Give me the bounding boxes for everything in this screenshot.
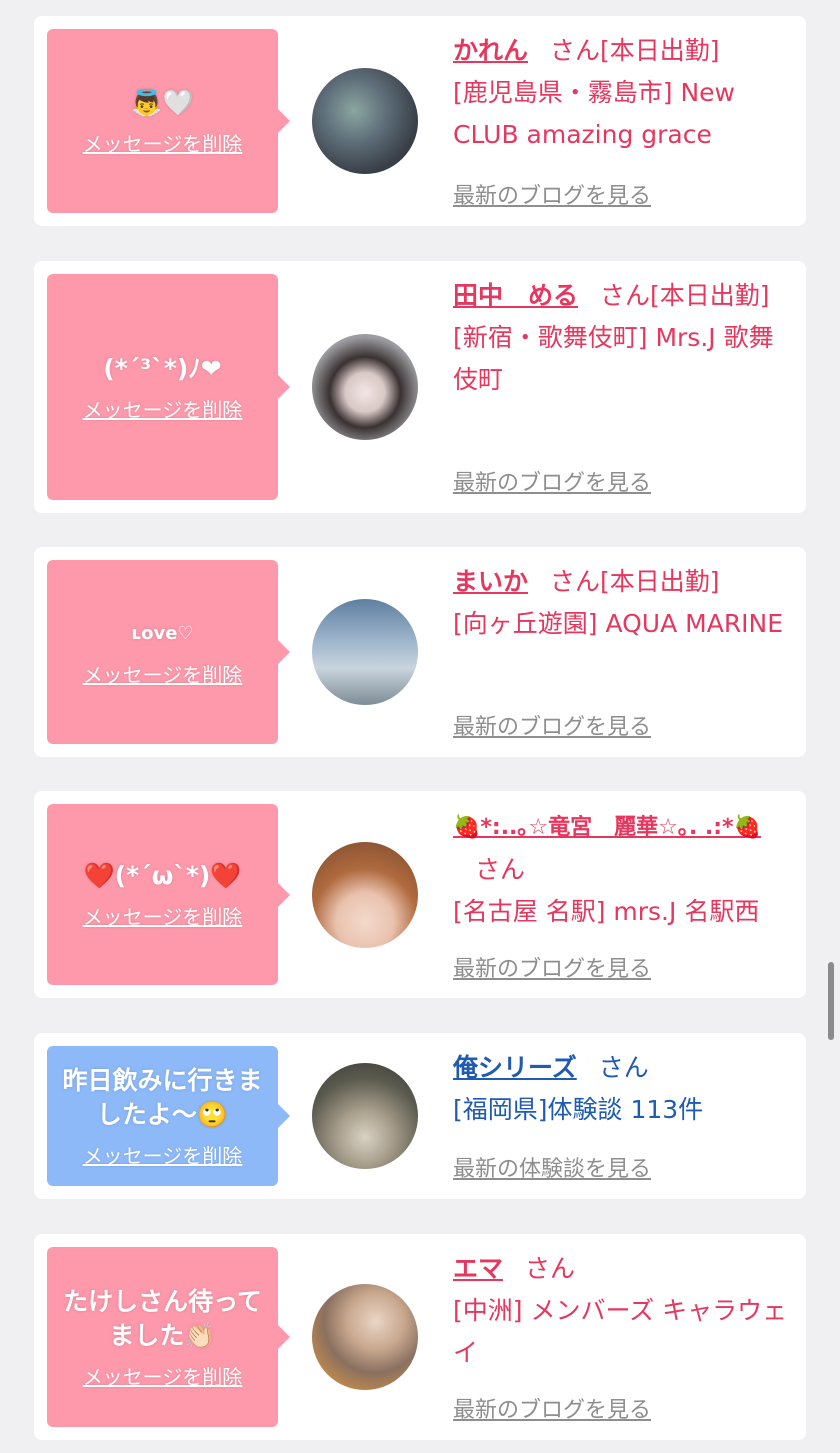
cast-info: 田中 める さん[本日出勤] [新宿・歌舞伎町] Mrs.J 歌舞伎町	[453, 275, 792, 401]
location: [福岡県]体験談 113件	[453, 1095, 704, 1124]
latest-blog-link[interactable]: 最新のブログを見る	[453, 178, 651, 210]
avatar[interactable]	[312, 334, 418, 440]
location: [鹿児島県・霧島市] New CLUB amazing grace	[453, 78, 735, 149]
status: [本日出勤]	[650, 281, 770, 310]
cast-name-link[interactable]: 🍓*:..｡☆竜宮 麗華☆｡. .:*🍓	[453, 815, 761, 840]
message-bubble: たけしさん待ってました👏🏻 メッセージを削除	[47, 1247, 290, 1427]
status: [本日出勤]	[600, 36, 720, 65]
message-card: 昨日飲みに行きましたよ〜🙄 メッセージを削除 俺シリーズ さん [福岡県]体験談 …	[34, 1033, 806, 1199]
message-text: たけしさん待ってました👏🏻	[63, 1286, 262, 1350]
message-bubble: (*´³`*)ﾉ❤︎ メッセージを削除	[47, 274, 290, 500]
cast-name-link[interactable]: 田中 める	[453, 281, 578, 310]
cast-info: かれん さん[本日出勤] [鹿児島県・霧島市] New CLUB amazing …	[453, 30, 792, 156]
cast-info: 🍓*:..｡☆竜宮 麗華☆｡. .:*🍓 さん [名古屋 名駅] mrs.J 名駅…	[453, 805, 792, 933]
message-bubble: 👼🤍 メッセージを削除	[47, 29, 290, 213]
latest-blog-link[interactable]: 最新のブログを見る	[453, 951, 651, 983]
message-text: 昨日飲みに行きましたよ〜🙄	[62, 1065, 263, 1129]
honorific: さん	[525, 1254, 576, 1283]
honorific: さん	[475, 855, 526, 884]
honorific: さん	[550, 36, 601, 65]
message-card: ʟove♡ メッセージを削除 まいか さん[本日出勤] [向ヶ丘遊園] AQUA …	[34, 547, 806, 757]
cast-info: 俺シリーズ さん [福岡県]体験談 113件	[453, 1047, 792, 1131]
location: [中洲] メンバーズ キャラウェイ	[453, 1296, 788, 1367]
latest-review-link[interactable]: 最新の体験談を見る	[453, 1151, 651, 1183]
delete-message-link[interactable]: メッセージを削除	[83, 1361, 243, 1390]
delete-message-link[interactable]: メッセージを削除	[83, 659, 243, 688]
honorific: さん	[600, 281, 651, 310]
message-text: 👼🤍	[131, 87, 194, 117]
latest-blog-link[interactable]: 最新のブログを見る	[453, 1392, 651, 1424]
scrollbar[interactable]	[828, 962, 834, 1040]
avatar[interactable]	[312, 1284, 418, 1390]
message-card: ❤️(*´ω`*)❤️ メッセージを削除 🍓*:..｡☆竜宮 麗華☆｡. .:*…	[34, 791, 806, 998]
delete-message-link[interactable]: メッセージを削除	[83, 901, 243, 930]
honorific: さん	[550, 567, 601, 596]
cast-name-link[interactable]: エマ	[453, 1254, 503, 1283]
cast-name-link[interactable]: まいか	[453, 567, 528, 596]
location: [名古屋 名駅] mrs.J 名駅西	[453, 897, 760, 926]
reviewer-name-link[interactable]: 俺シリーズ	[453, 1053, 577, 1082]
delete-message-link[interactable]: メッセージを削除	[83, 1140, 243, 1169]
avatar[interactable]	[312, 842, 418, 948]
message-card: (*´³`*)ﾉ❤︎ メッセージを削除 田中 める さん[本日出勤] [新宿・歌舞…	[34, 261, 806, 513]
avatar[interactable]	[312, 1063, 418, 1169]
message-text: (*´³`*)ﾉ❤︎	[103, 353, 222, 383]
cast-info: エマ さん [中洲] メンバーズ キャラウェイ	[453, 1248, 792, 1374]
status: [本日出勤]	[600, 567, 720, 596]
avatar[interactable]	[312, 68, 418, 174]
message-text: ❤️(*´ω`*)❤️	[83, 861, 242, 890]
cast-info: まいか さん[本日出勤] [向ヶ丘遊園] AQUA MARINE	[453, 561, 792, 645]
latest-blog-link[interactable]: 最新のブログを見る	[453, 709, 651, 741]
message-card: 👼🤍 メッセージを削除 かれん さん[本日出勤] [鹿児島県・霧島市] New C…	[34, 16, 806, 226]
avatar[interactable]	[312, 599, 418, 705]
location: [新宿・歌舞伎町] Mrs.J 歌舞伎町	[453, 323, 774, 394]
cast-name-link[interactable]: かれん	[453, 36, 528, 65]
message-bubble: ʟove♡ メッセージを削除	[47, 560, 290, 744]
message-bubble: ❤️(*´ω`*)❤️ メッセージを削除	[47, 804, 290, 985]
message-text: ʟove♡	[131, 622, 194, 644]
delete-message-link[interactable]: メッセージを削除	[83, 394, 243, 423]
honorific: さん	[598, 1053, 649, 1082]
message-card: たけしさん待ってました👏🏻 メッセージを削除 エマ さん [中洲] メンバーズ キ…	[34, 1234, 806, 1440]
delete-message-link[interactable]: メッセージを削除	[83, 128, 243, 157]
message-bubble: 昨日飲みに行きましたよ〜🙄 メッセージを削除	[47, 1046, 290, 1186]
latest-blog-link[interactable]: 最新のブログを見る	[453, 465, 651, 497]
location: [向ヶ丘遊園] AQUA MARINE	[453, 609, 784, 638]
